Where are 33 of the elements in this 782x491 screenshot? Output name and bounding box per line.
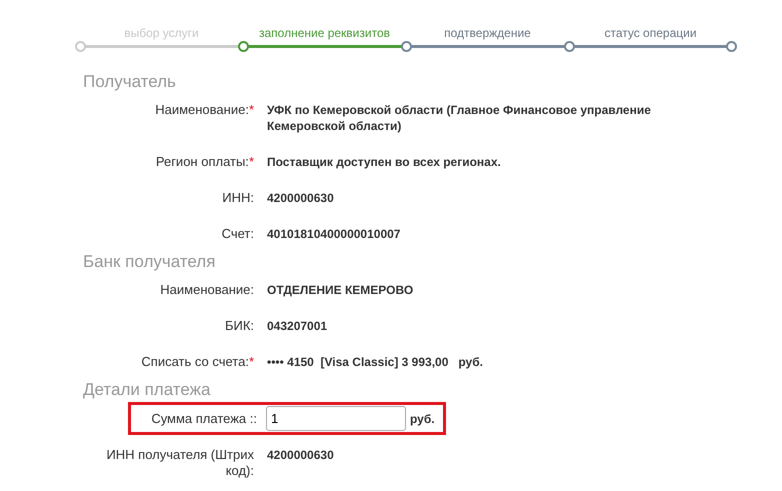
required-asterisk: *: [248, 154, 254, 169]
step-node: [401, 41, 412, 52]
step-node: [238, 41, 249, 52]
field-value: Поставщик доступен во всех регионах.: [267, 154, 502, 170]
section-heading: Детали платежа: [83, 380, 212, 400]
step-node: [75, 41, 86, 52]
field-label: Сумма платежа ::: [151, 410, 257, 426]
field-value: УФК по Кемеровской области (Главное Финансовое управление Кемеровской области): [267, 102, 652, 134]
step-node: [726, 41, 737, 52]
field-label: Наименование:: [155, 102, 249, 117]
currency-label: руб.: [410, 410, 435, 428]
field-label: Счет:: [222, 226, 254, 241]
field-value: 4200000630: [267, 447, 335, 463]
field-value: ОТДЕЛЕНИЕ КЕМЕРОВО: [267, 282, 414, 298]
field-label: ИНН получателя (Штрих код):: [106, 447, 254, 478]
required-asterisk: *: [248, 354, 254, 369]
required-asterisk: *: [248, 102, 254, 117]
step-label: заполнение реквизитов: [258, 26, 391, 40]
step-label: подтверждение: [443, 26, 532, 40]
field-label: Наименование:: [160, 282, 254, 297]
section-heading: Банк получателя: [83, 252, 216, 272]
section-heading: Получатель: [83, 72, 177, 92]
field-value: •••• 4150 [Visa Classic] 3 993,00 руб.: [267, 354, 484, 370]
step-label: статус операции: [603, 26, 698, 40]
field-value: 4200000630: [267, 190, 335, 206]
amount-input[interactable]: 1: [266, 406, 406, 431]
field-value: 40101810400000010007: [267, 226, 402, 242]
field-label: Списать со счета:: [141, 354, 249, 369]
step-node: [564, 41, 575, 52]
field-label: Регион оплаты:: [156, 154, 249, 169]
field-value: 043207001: [267, 318, 328, 334]
field-label: ИНН:: [222, 190, 254, 205]
field-label: БИК:: [224, 318, 254, 333]
